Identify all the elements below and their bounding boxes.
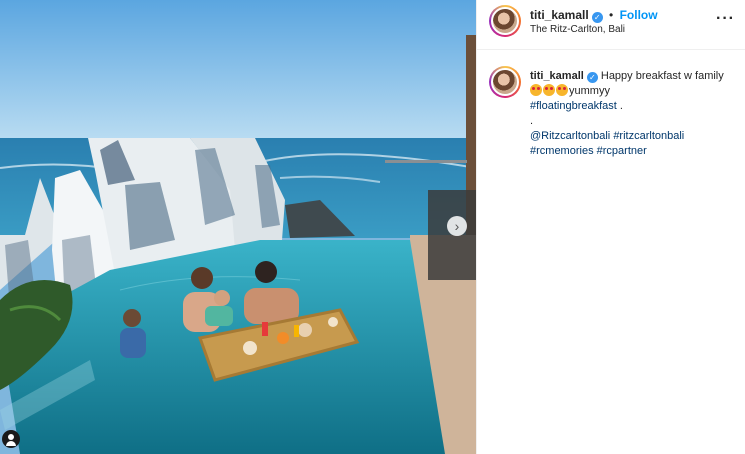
hashtag-link[interactable]: #ritzcarltonbali <box>613 130 684 142</box>
star-struck-emoji-icon <box>530 84 542 96</box>
avatar[interactable] <box>489 66 521 98</box>
more-options-icon[interactable]: ··· <box>716 10 735 28</box>
avatar[interactable] <box>489 5 521 37</box>
follow-button[interactable]: Follow <box>620 8 658 22</box>
user-tag-icon[interactable] <box>2 430 20 448</box>
hashtag-link[interactable]: #floatingbreakfast <box>530 100 617 112</box>
post-sidebar: titi_kamall ✓ • Follow The Ritz-Carlton, … <box>476 0 745 454</box>
post-header: titi_kamall ✓ • Follow The Ritz-Carlton, … <box>477 0 745 50</box>
header-name-row: titi_kamall ✓ • Follow <box>530 8 658 23</box>
caption-text: titi_kamall ✓ Happy breakfast w family yu… <box>530 69 735 159</box>
star-struck-emoji-icon <box>556 84 568 96</box>
username-link[interactable]: titi_kamall <box>530 8 589 22</box>
location-link[interactable]: The Ritz-Carlton, Bali <box>530 24 625 35</box>
caption-dot-line: . <box>530 115 534 127</box>
verified-badge-icon: ✓ <box>591 12 603 23</box>
star-struck-emoji-icon <box>543 84 555 96</box>
hashtag-link[interactable]: #rcpartner <box>597 145 647 157</box>
caption-punct: . <box>616 100 623 112</box>
hashtag-link[interactable]: #rcmemories <box>530 145 594 157</box>
post-photo[interactable]: › <box>0 0 476 454</box>
poolside-photo <box>0 0 476 454</box>
chevron-right-icon: › <box>454 218 460 234</box>
caption-body: Happy breakfast w family <box>600 70 724 82</box>
caption-username[interactable]: titi_kamall <box>530 70 584 82</box>
separator-dot: • <box>609 8 614 22</box>
caption-body-2: yummyy <box>569 85 610 97</box>
next-photo-button[interactable]: › <box>447 216 467 236</box>
mention-link[interactable]: @Ritzcarltonbali <box>530 130 610 142</box>
verified-badge-icon: ✓ <box>586 72 598 83</box>
